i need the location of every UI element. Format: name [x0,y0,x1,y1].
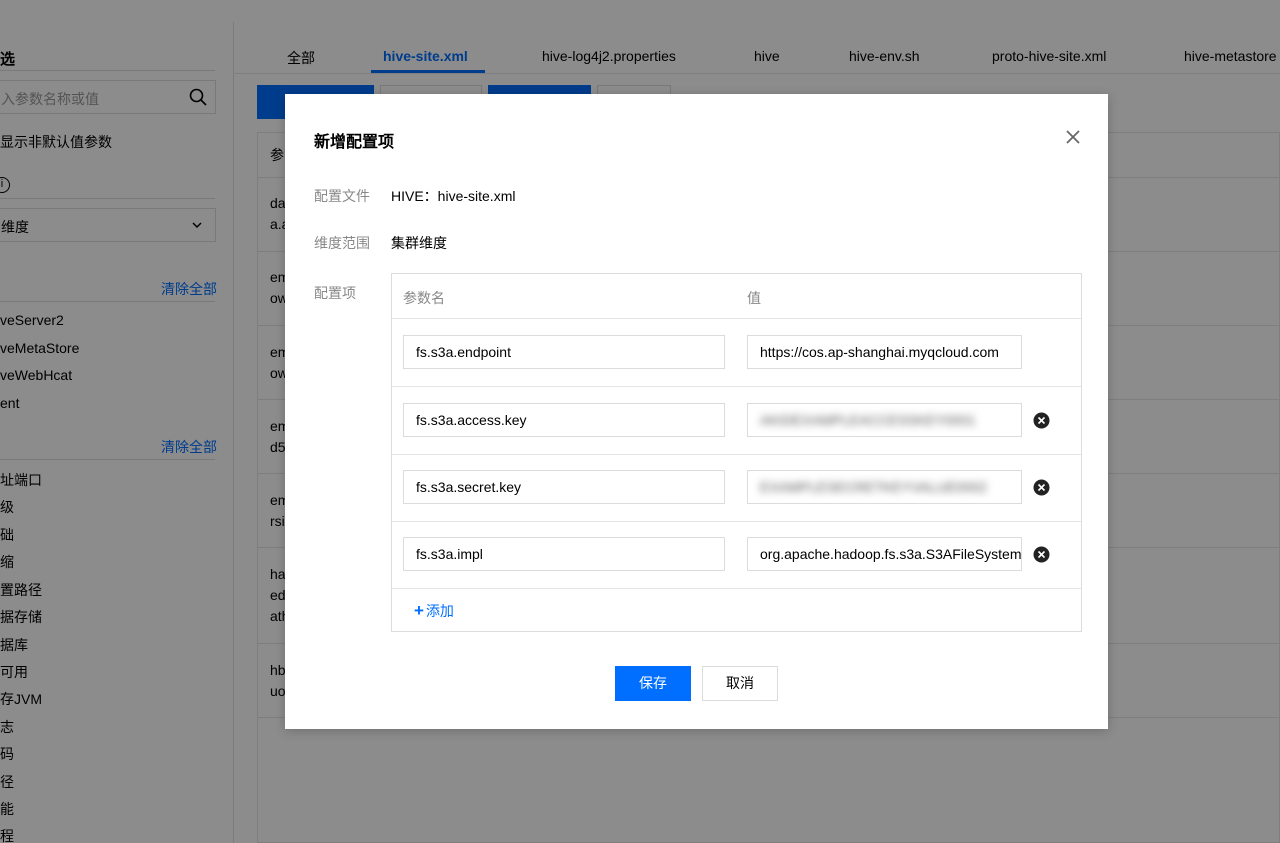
add-item-label: 添加 [426,603,454,619]
param-name-input[interactable]: fs.s3a.impl [403,537,725,571]
add-item-button[interactable]: +添加 [414,601,454,621]
config-item-row: fs.s3a.impl org.apache.hadoop.fs.s3a.S3A… [392,521,1081,589]
remove-item-icon[interactable] [1033,412,1050,429]
column-header-name: 参数名 [403,288,445,308]
param-value-input[interactable]: https://cos.ap-shanghai.myqcloud.com [747,335,1022,369]
dialog-title: 新增配置项 [314,128,394,152]
redacted-value: AKIDEXAMPLEACCESSKEY0001 [760,412,976,428]
param-value-input[interactable]: org.apache.hadoop.fs.s3a.S3AFileSystem [747,537,1022,571]
config-file-label: 配置文件 [314,186,370,206]
param-name-input[interactable]: fs.s3a.access.key [403,403,725,437]
add-config-dialog: 新增配置项 配置文件 HIVE：hive-site.xml 维度范围 集群维度 … [285,94,1108,729]
save-button[interactable]: 保存 [615,666,691,701]
param-name-input[interactable]: fs.s3a.secret.key [403,470,725,504]
cancel-button[interactable]: 取消 [702,666,778,701]
plus-icon: + [414,601,424,620]
config-items-header: 参数名 值 [392,274,1081,319]
close-icon[interactable] [1065,129,1081,145]
config-file-value: HIVE：hive-site.xml [391,186,515,206]
column-header-value: 值 [747,288,761,308]
config-items-label: 配置项 [314,283,356,303]
param-value-input[interactable]: EXAMPLESECRETKEYVALUE0002 [747,470,1022,504]
remove-item-icon[interactable] [1033,479,1050,496]
redacted-value: EXAMPLESECRETKEYVALUE0002 [760,479,987,495]
param-name-input[interactable]: fs.s3a.endpoint [403,335,725,369]
config-item-row: fs.s3a.secret.key EXAMPLESECRETKEYVALUE0… [392,454,1081,522]
config-item-row: fs.s3a.access.key AKIDEXAMPLEACCESSKEY00… [392,387,1081,455]
remove-item-icon[interactable] [1033,546,1050,563]
scope-label: 维度范围 [314,233,370,253]
param-value-input[interactable]: AKIDEXAMPLEACCESSKEY0001 [747,403,1022,437]
scope-value: 集群维度 [391,233,447,253]
config-items-table: 参数名 值 fs.s3a.endpoint https://cos.ap-sha… [391,273,1082,632]
config-item-row: fs.s3a.endpoint https://cos.ap-shanghai.… [392,319,1081,387]
